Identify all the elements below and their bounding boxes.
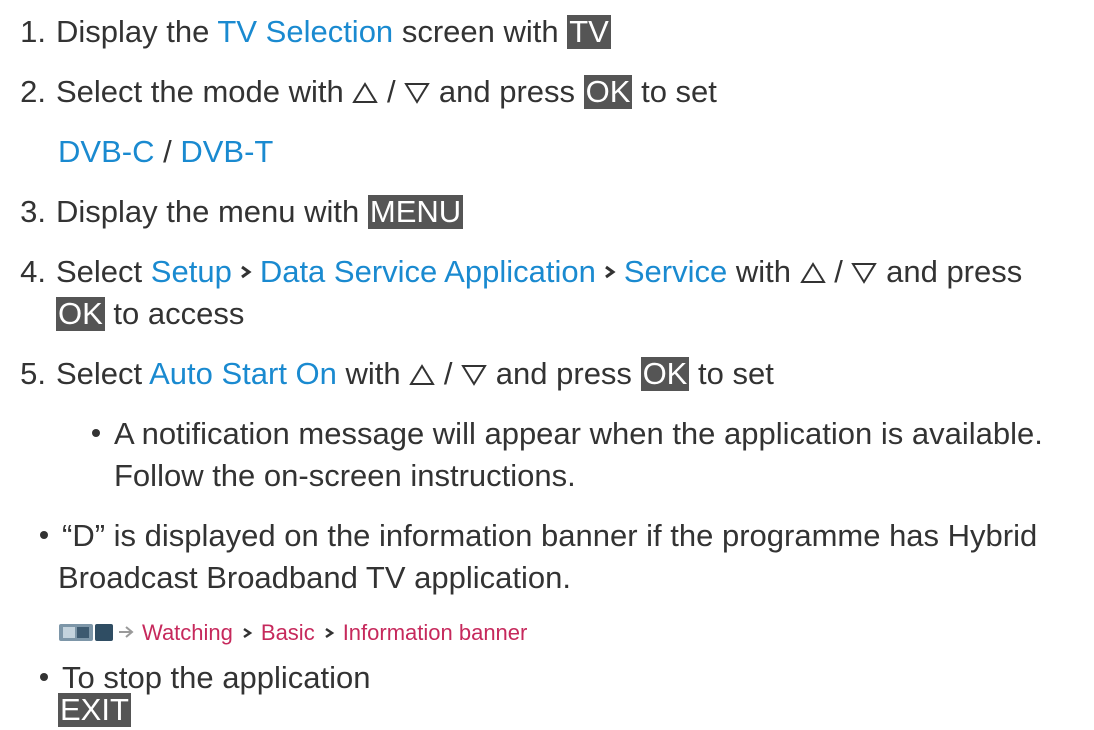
separator: / [387, 74, 396, 109]
step-text: and press [886, 254, 1023, 289]
step-text: to access [113, 296, 245, 331]
arrow-right-icon [119, 626, 134, 638]
bullet-icon [92, 429, 100, 437]
step-4: 4. Select Setup Data Service Application Se… [0, 252, 1022, 292]
reference-path: Watching Basic Information banner [58, 618, 527, 648]
note-text: Follow the on-screen instructions. [114, 458, 576, 493]
menu-key: MENU [367, 194, 464, 229]
step-text: and press [438, 74, 576, 109]
down-triangle-icon [851, 263, 878, 284]
exit-key: EXIT [58, 692, 131, 727]
down-triangle-icon [404, 83, 431, 104]
step-number: 4. [20, 254, 46, 289]
exit-key-line: EXIT [58, 690, 131, 730]
step-5-note-continued: Follow the on-screen instructions. [114, 456, 576, 496]
ok-key: OK [583, 74, 633, 109]
chevron-right-icon [240, 265, 252, 279]
up-triangle-icon [352, 82, 379, 103]
step-number: 1. [20, 14, 46, 49]
down-triangle-icon [461, 365, 487, 386]
step-3: 3. Display the menu with MENU [0, 192, 464, 232]
step-text: Select [56, 254, 143, 289]
note-text: “D” is displayed on the information bann… [62, 518, 1038, 553]
step-number: 3. [20, 194, 46, 229]
step-text: Display the menu with [56, 194, 360, 229]
step-5-note: A notification message will appear when … [92, 414, 1043, 454]
auto-start-on-link[interactable]: Auto Start On [149, 356, 337, 391]
note-text: Broadcast Broadband TV application. [58, 560, 571, 595]
dvb-t-link[interactable]: DVB-T [180, 134, 273, 169]
step-text: Select [56, 356, 143, 391]
step-text: with [345, 356, 401, 391]
up-triangle-icon [799, 262, 826, 283]
step-4-continued: OK to access [56, 294, 244, 334]
ok-key: OK [640, 356, 690, 391]
separator: / [163, 134, 172, 169]
note-text: A notification message will appear when … [114, 416, 1043, 451]
tv-key: TV [567, 14, 611, 49]
step-2: 2. Select the mode with / and press OK to… [0, 72, 717, 112]
step-text: screen with [401, 14, 559, 49]
step-text: with [735, 254, 791, 289]
step-5: 5. Select Auto Start On with / and press … [0, 354, 774, 394]
step-text: Select the mode with [56, 74, 344, 109]
up-triangle-icon [409, 364, 436, 385]
step-number: 5. [20, 356, 46, 391]
separator: / [443, 356, 453, 391]
separator: / [834, 254, 843, 289]
bullet-icon [40, 673, 48, 681]
information-banner-link[interactable]: Information banner [343, 620, 528, 645]
note-1-continued: Broadcast Broadband TV application. [58, 558, 571, 598]
mode-options: DVB-C / DVB-T [58, 132, 273, 172]
bullet-icon [40, 531, 48, 539]
step-text: to set [641, 74, 717, 109]
step-1: 1. Display the TV Selection screen with T… [0, 12, 611, 52]
setup-link[interactable]: Setup [151, 254, 232, 289]
chevron-right-icon [324, 627, 334, 639]
step-text: and press [495, 356, 632, 391]
dvb-c-link[interactable]: DVB-C [58, 134, 154, 169]
basic-link[interactable]: Basic [261, 620, 315, 645]
tv-selection-link[interactable]: TV Selection [217, 14, 393, 49]
data-service-application-link[interactable]: Data Service Application [260, 254, 596, 289]
chevron-right-icon [604, 265, 616, 279]
step-text: Display the [56, 14, 210, 49]
ehelp-tv-icon [59, 624, 113, 641]
watching-link[interactable]: Watching [142, 620, 233, 645]
chevron-right-icon [243, 627, 253, 639]
step-text: to set [697, 356, 774, 391]
note-1: “D” is displayed on the information bann… [40, 516, 1037, 556]
ok-key: OK [56, 296, 105, 331]
step-number: 2. [20, 74, 46, 109]
service-link[interactable]: Service [624, 254, 727, 289]
